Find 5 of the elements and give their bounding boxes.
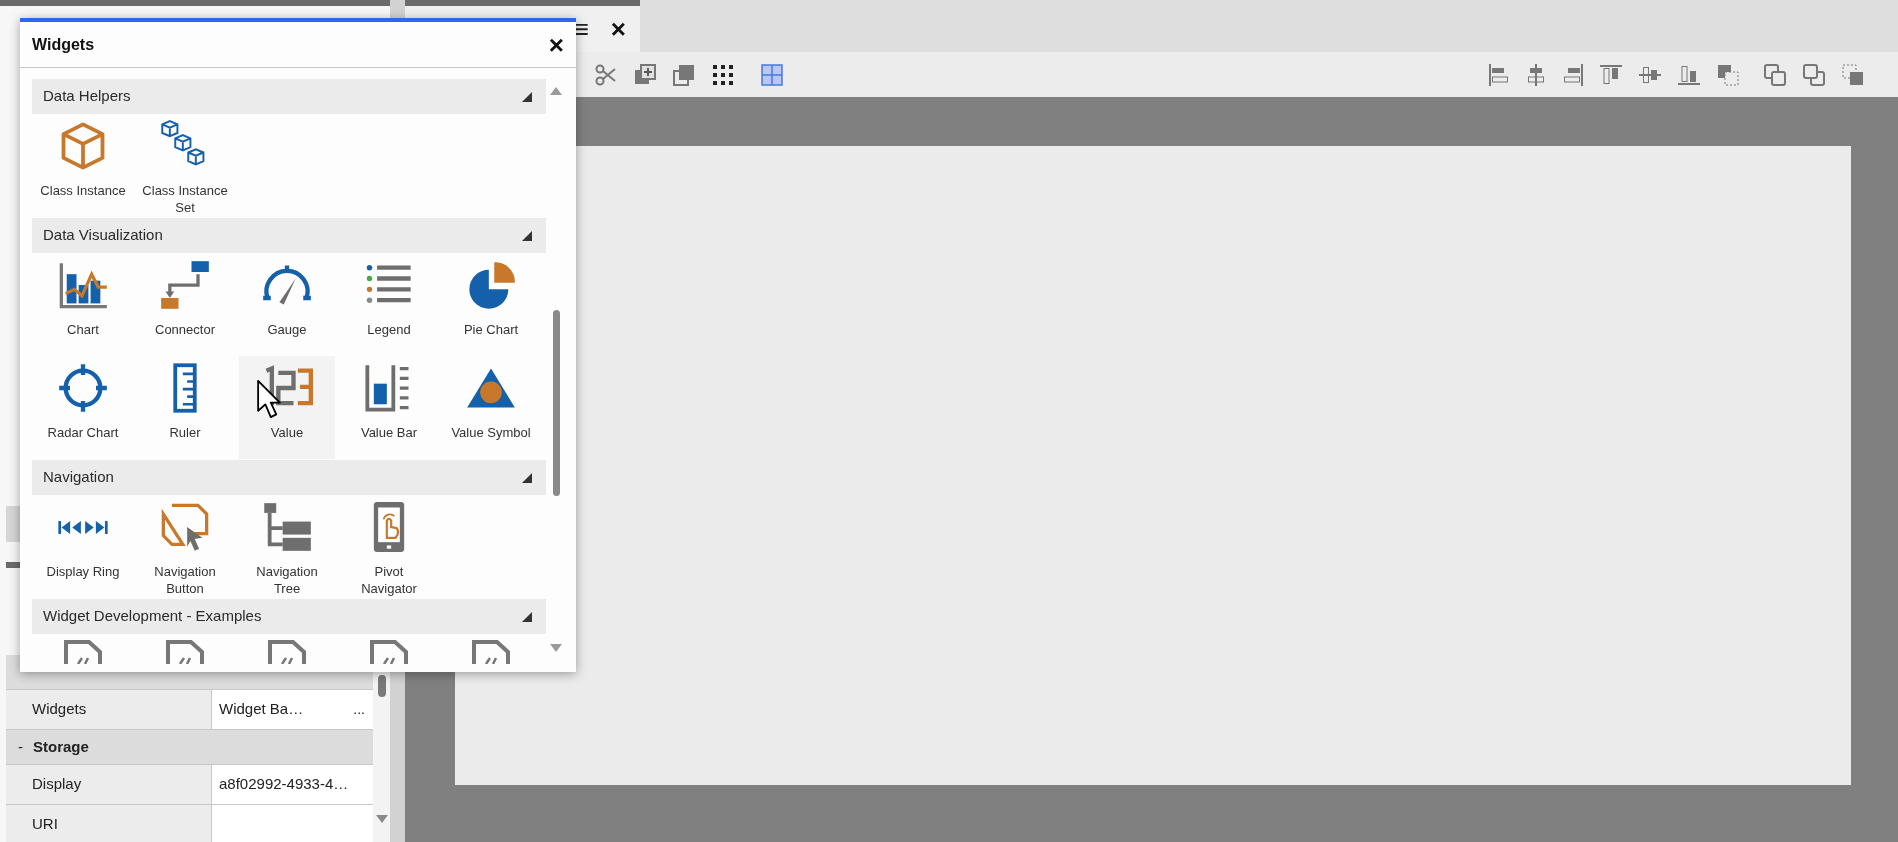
group-title: Storage	[33, 736, 89, 757]
property-label: URI	[6, 805, 212, 842]
property-label: Display	[6, 765, 212, 804]
dialog-title: Widgets	[32, 34, 95, 55]
property-label: Widgets	[6, 690, 212, 729]
